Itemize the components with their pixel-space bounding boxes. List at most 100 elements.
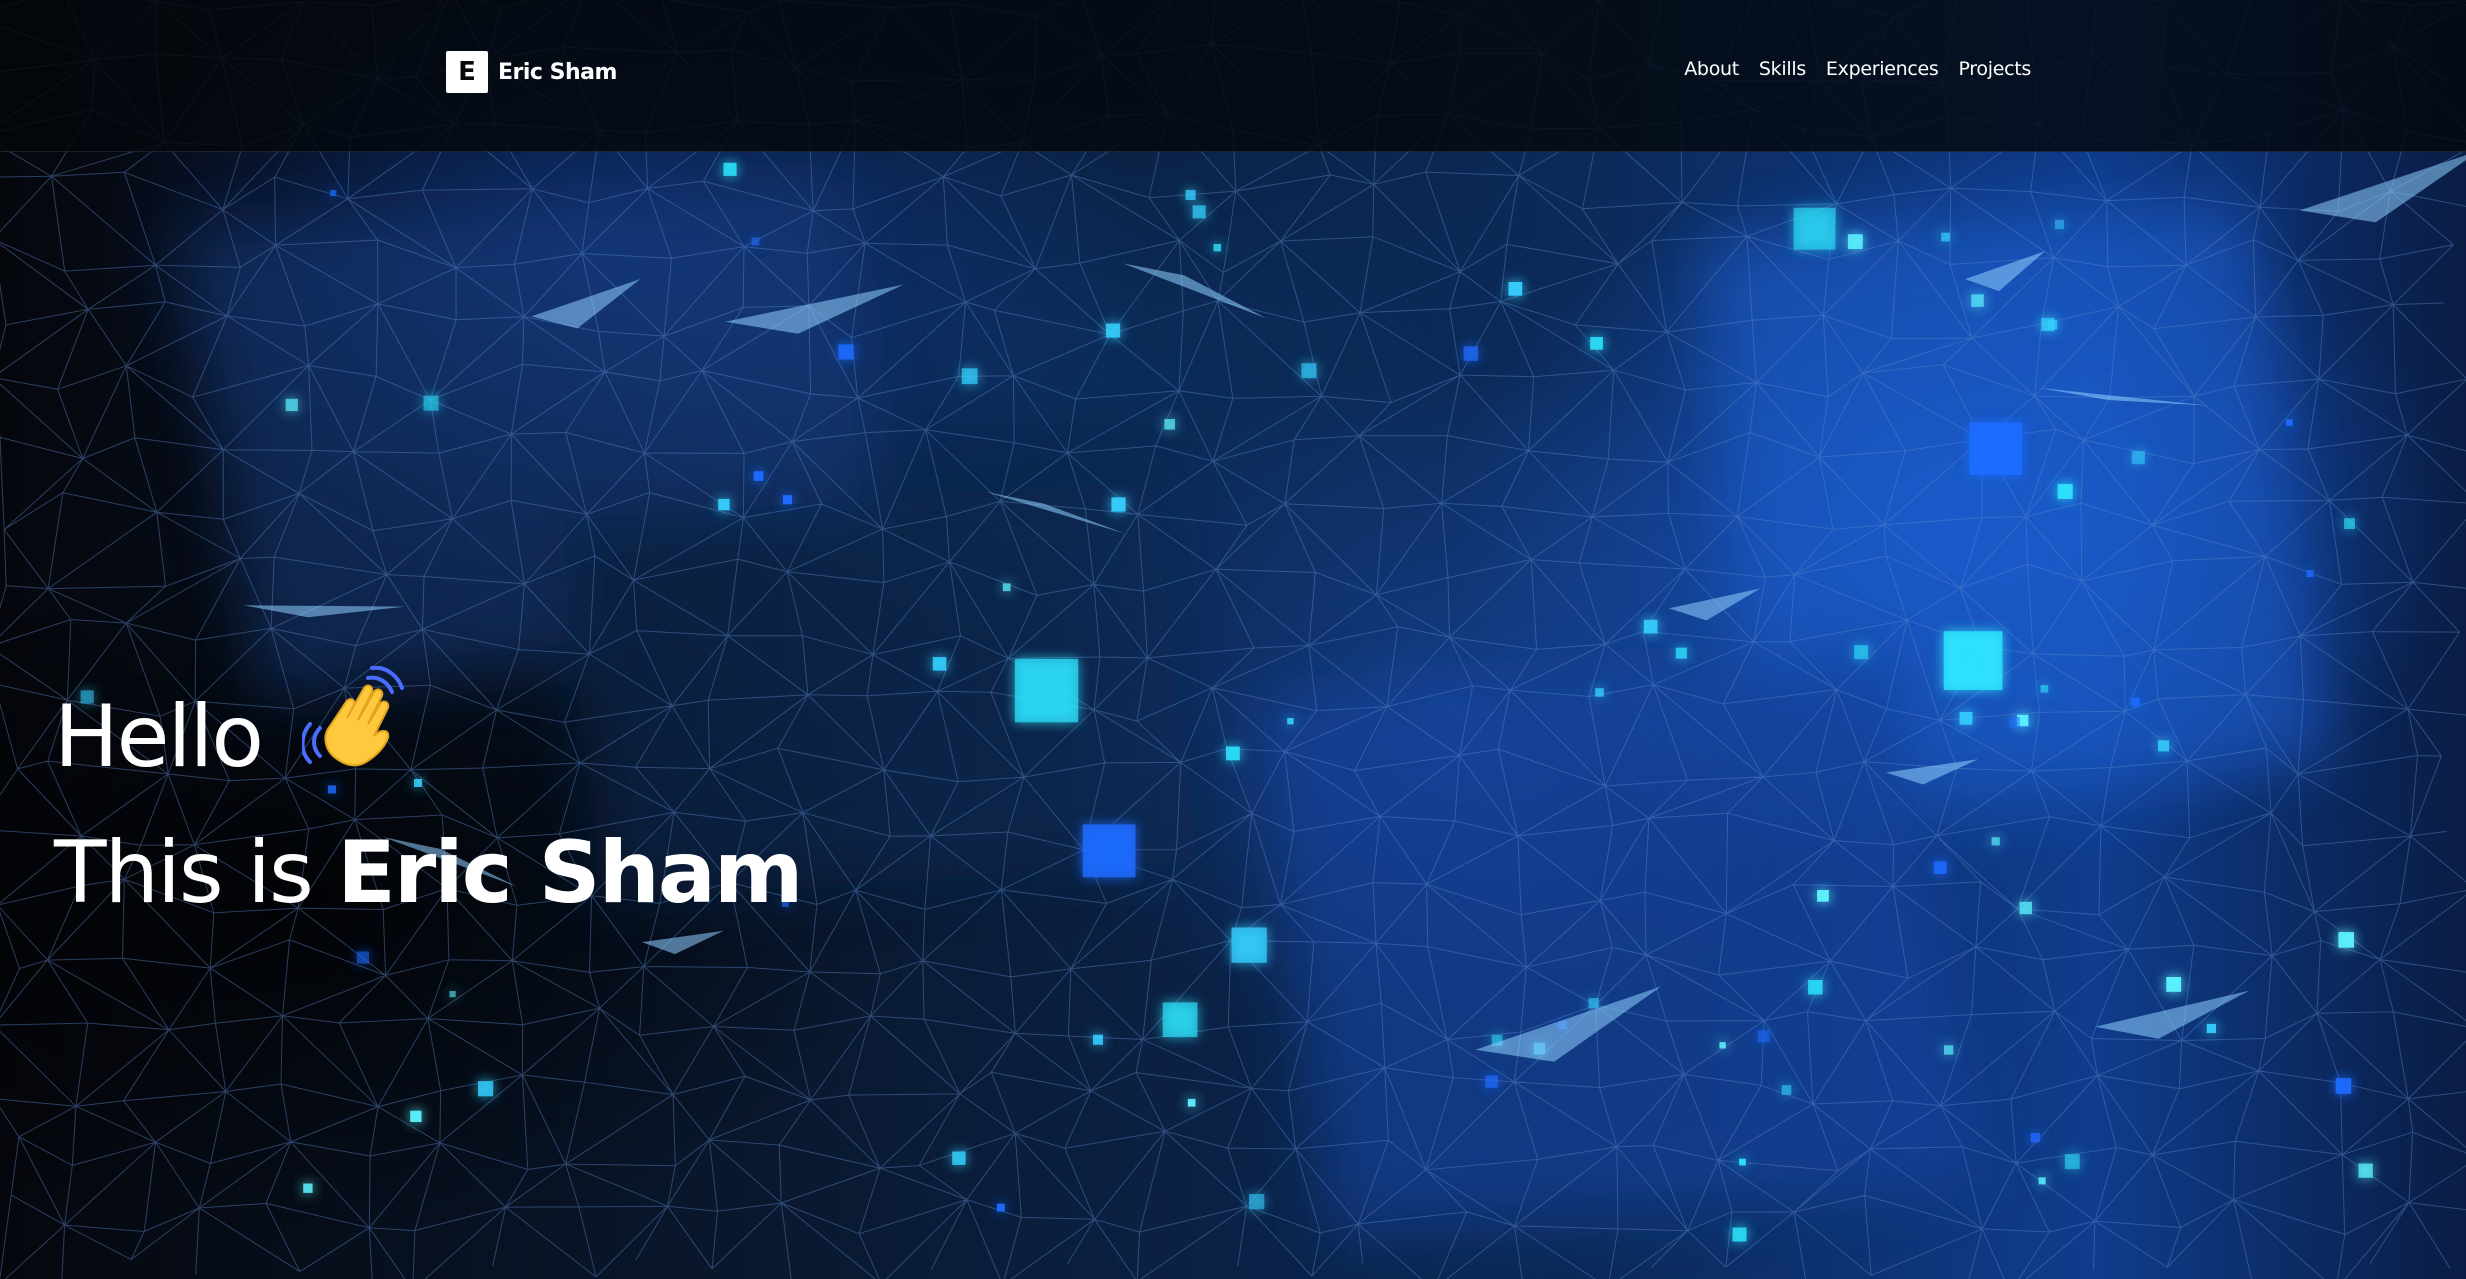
glow-particle	[410, 1110, 422, 1122]
glow-particle	[1249, 1194, 1265, 1210]
glow-particle	[2158, 740, 2170, 752]
glow-particle	[1093, 1034, 1103, 1045]
glow-particle	[1111, 497, 1126, 512]
glow-particle	[1971, 294, 1984, 307]
glow-particle	[2019, 901, 2032, 915]
glow-particle	[2041, 317, 2055, 332]
glow-particle	[1162, 1002, 1198, 1038]
glow-particle	[2038, 1177, 2046, 1185]
glow-particle	[1301, 363, 1317, 379]
hero-heading: Hello This is Eric Sham	[54, 665, 804, 933]
glow-particle	[1719, 1042, 1726, 1049]
glow-particle	[2335, 1078, 2352, 1094]
brand-name: Eric Sham	[498, 59, 617, 85]
glow-particle	[723, 162, 737, 176]
glow-particle	[2030, 1133, 2040, 1143]
glow-particle	[1588, 998, 1599, 1009]
glow-particle	[356, 951, 369, 964]
glow-particle	[2131, 697, 2140, 707]
glow-particle	[1485, 1075, 1498, 1088]
glow-particle	[1732, 1227, 1747, 1242]
glow-particle	[1991, 837, 2000, 846]
glow-particle	[1969, 422, 2022, 476]
glow-particle	[2166, 977, 2182, 992]
glow-particle	[1757, 1030, 1770, 1043]
glow-particle	[449, 991, 456, 998]
glow-particle	[2040, 685, 2049, 693]
glow-particle	[1933, 861, 1947, 874]
glow-particle	[2206, 1023, 2216, 1034]
glow-particle	[1817, 890, 1829, 902]
glow-particle	[1508, 282, 1523, 296]
glow-particle	[1287, 718, 1294, 725]
glow-particle	[1187, 1098, 1196, 1107]
glow-particle	[1944, 1045, 1954, 1055]
hero-greeting: Hello	[54, 686, 264, 787]
glow-particle	[1793, 207, 1836, 250]
nav-link-about[interactable]: About	[1684, 58, 1739, 80]
light-streak	[2299, 155, 2466, 223]
glow-particle	[2054, 219, 2065, 229]
glow-particle	[1781, 1085, 1792, 1095]
nav-link-skills[interactable]: Skills	[1759, 58, 1806, 80]
light-streak	[641, 930, 724, 955]
glow-particle	[753, 471, 764, 481]
light-streak	[2095, 990, 2250, 1039]
glow-particle	[782, 495, 793, 505]
glow-particle	[1082, 824, 1136, 878]
glow-particle	[2009, 717, 2020, 728]
glow-particle	[1943, 631, 2003, 690]
glow-particle	[1231, 927, 1267, 963]
glow-particle	[2286, 419, 2293, 426]
glow-particle	[1808, 980, 1823, 995]
glow-particle	[423, 395, 439, 411]
glow-particle	[2344, 518, 2355, 529]
hero-name: Eric Sham	[337, 823, 803, 923]
glow-particle	[1854, 645, 1869, 660]
glow-particle	[1595, 688, 1604, 697]
nav-link-projects[interactable]: Projects	[1958, 58, 2031, 80]
glow-particle	[1002, 583, 1011, 592]
glow-particle	[1463, 346, 1479, 361]
glow-particle	[2358, 1163, 2373, 1178]
hero-greeting-line: Hello	[54, 665, 802, 813]
hero-intro: This is	[54, 823, 338, 923]
glow-particle	[2306, 570, 2314, 578]
glow-particle	[996, 1203, 1005, 1212]
glow-particle	[2064, 1154, 2080, 1170]
glow-particle	[1959, 711, 1973, 725]
glow-particle	[1226, 746, 1240, 761]
glow-particle	[1213, 243, 1221, 252]
hero-intro-line: This is Eric Sham	[54, 813, 804, 933]
glow-particle	[303, 1183, 313, 1193]
glow-particle	[961, 368, 978, 385]
glow-particle	[1164, 419, 1175, 430]
nav-link-experiences[interactable]: Experiences	[1826, 58, 1939, 80]
glow-particle	[2131, 451, 2145, 465]
light-streak	[1123, 263, 1267, 319]
glow-particle	[2057, 483, 2073, 499]
glow-particle	[2338, 932, 2354, 948]
glow-particle	[932, 657, 947, 671]
glow-particle	[718, 498, 730, 511]
glow-particle	[285, 398, 298, 412]
background-network-graphic	[0, 0, 2466, 1279]
glow-particle	[478, 1081, 494, 1097]
glow-particle	[1941, 232, 1950, 242]
brand-logo: E	[446, 51, 488, 93]
glow-particle	[1185, 189, 1196, 200]
glow-particle	[330, 190, 337, 197]
waving-hand-icon	[300, 665, 412, 807]
glow-particle	[1590, 337, 1603, 350]
glow-particle	[1739, 1158, 1746, 1166]
glow-particle	[838, 344, 854, 360]
glow-particle	[1192, 205, 1206, 219]
brand-home-link[interactable]: E Eric Sham	[446, 50, 617, 94]
glow-particle	[1847, 234, 1863, 250]
glow-particle	[1675, 647, 1687, 659]
glow-particle	[952, 1151, 966, 1165]
glow-particle	[1643, 619, 1658, 634]
glow-particle	[751, 237, 760, 246]
glow-particle	[1105, 323, 1121, 338]
top-navbar: E Eric Sham About Skills Experiences Pro…	[0, 0, 2466, 152]
